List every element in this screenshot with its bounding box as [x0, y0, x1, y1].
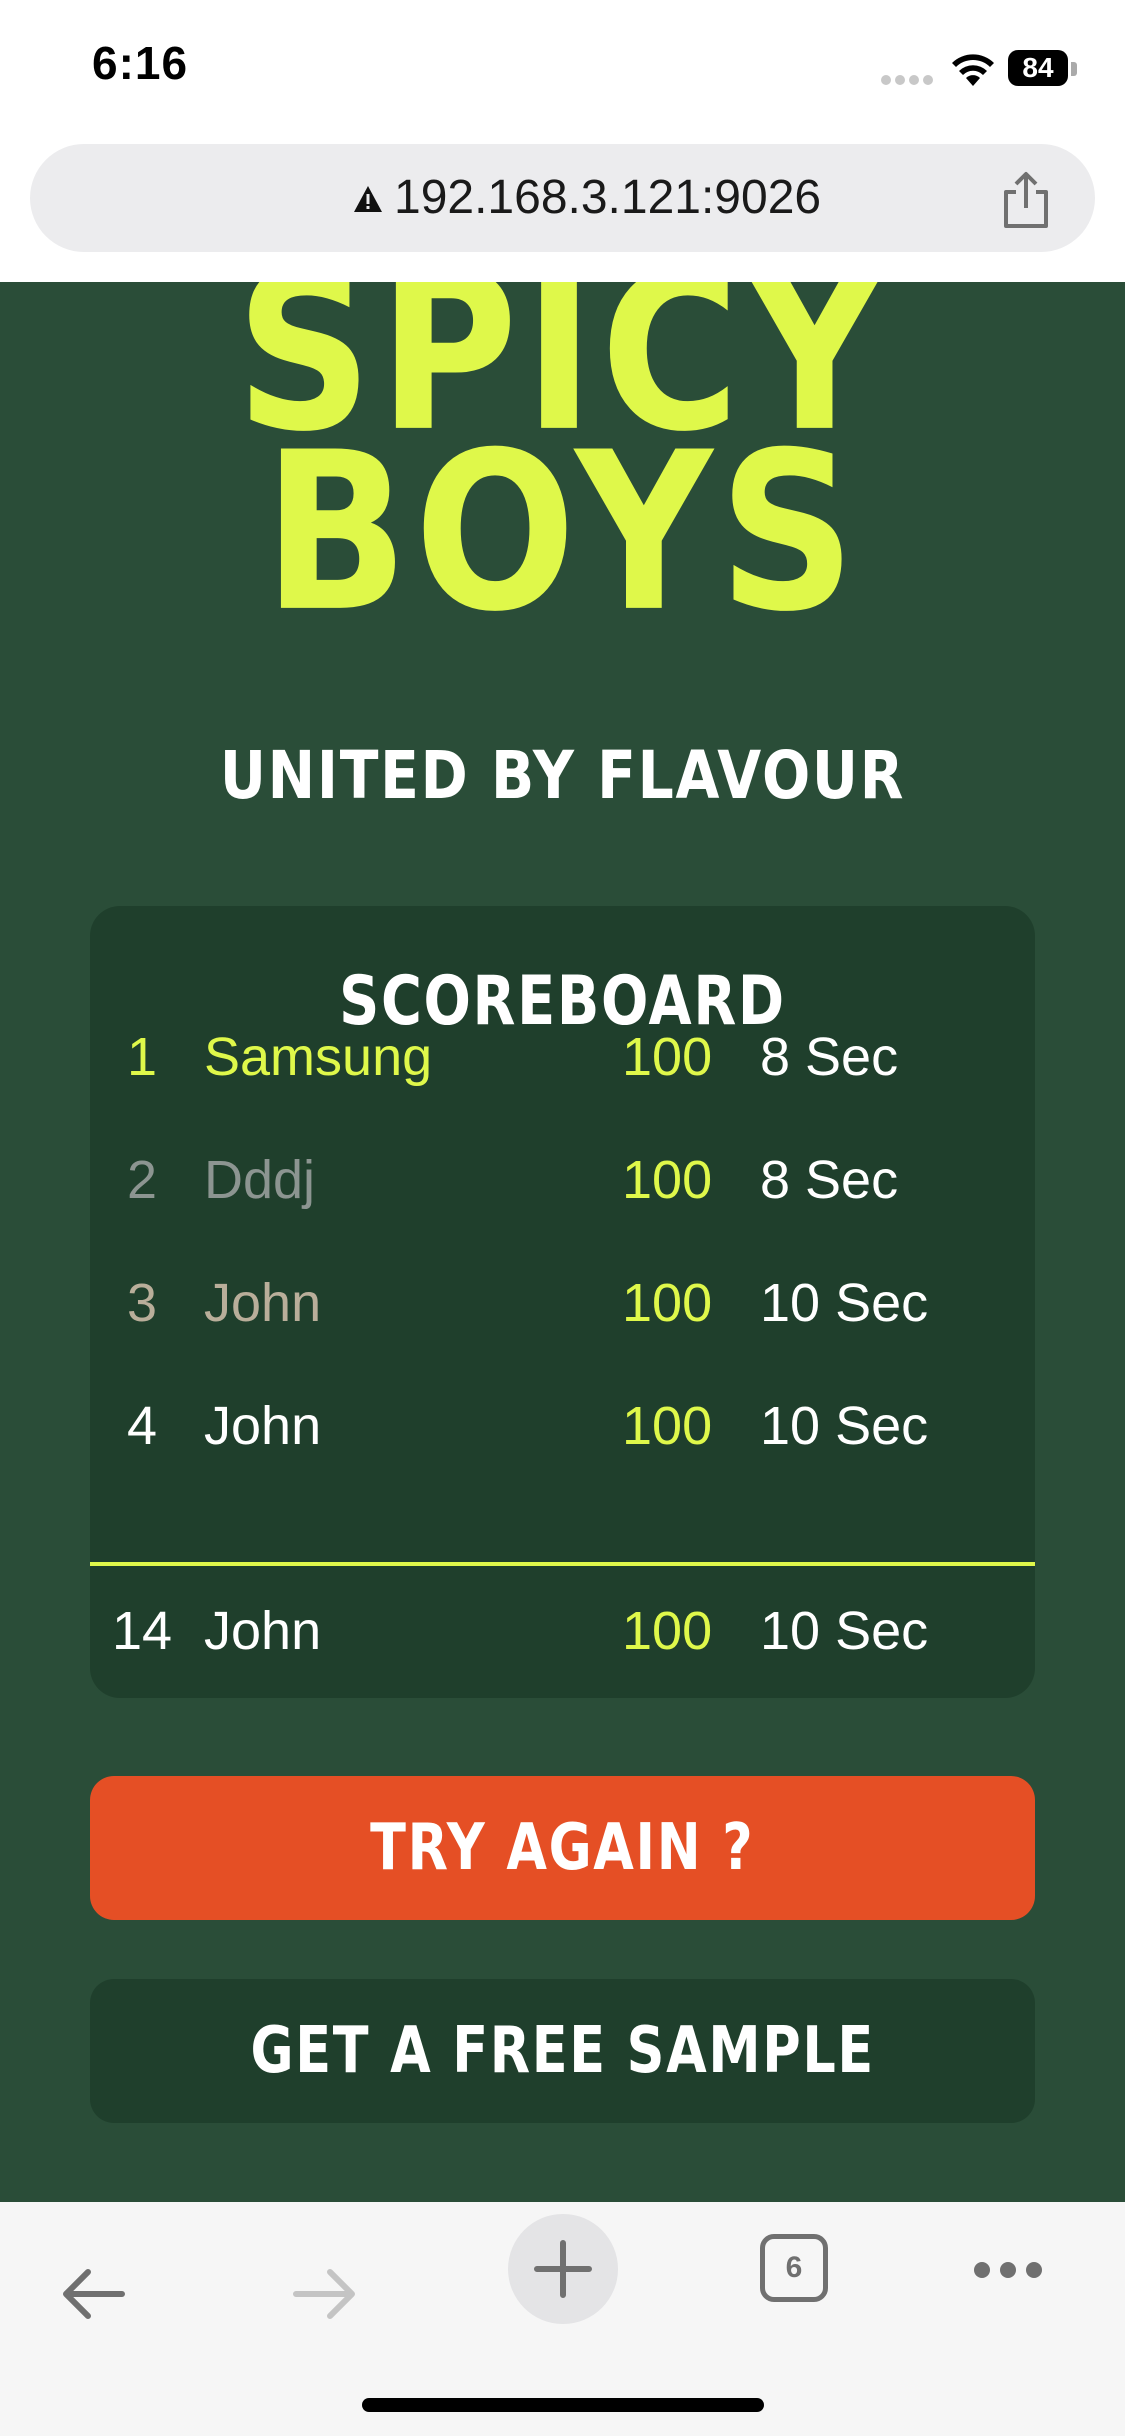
rank: 4 — [126, 1396, 158, 1456]
battery-icon: 84 — [1008, 50, 1080, 88]
free-sample-button[interactable]: GET A FREE SAMPLE — [90, 1979, 1035, 2123]
player-name: John — [204, 1396, 322, 1456]
time: 8 Sec — [760, 1150, 899, 1210]
plus-icon — [534, 2240, 592, 2298]
app-screen: 6:16 84 192.168.3.121:9026 SPICY BOYS UN… — [0, 0, 1125, 2436]
new-tab-button[interactable] — [508, 2214, 618, 2324]
current-player-row: 14 John 100 10 Sec — [90, 1576, 1035, 1686]
rank: 1 — [126, 1027, 158, 1087]
back-arrow-icon[interactable] — [58, 2264, 128, 2324]
time: 10 Sec — [760, 1601, 929, 1661]
score-row: 2 Dddj 100 8 Sec — [90, 1125, 1035, 1235]
try-again-button[interactable]: TRY AGAIN ? — [90, 1776, 1035, 1920]
tabs-count: 6 — [785, 2251, 803, 2284]
forward-arrow-icon[interactable] — [290, 2264, 360, 2324]
browser-address-area: 192.168.3.121:9026 — [0, 136, 1125, 282]
warning-icon — [354, 186, 382, 212]
rank: 3 — [126, 1273, 158, 1333]
game-result-screen: SPICY BOYS UNITED BY FLAVOUR SCOREBOARD … — [0, 282, 1125, 2202]
try-again-label: TRY AGAIN ? — [370, 1811, 755, 1885]
score-row: 3 John 100 10 Sec — [90, 1248, 1035, 1358]
score-row: 4 John 100 10 Sec — [90, 1371, 1035, 1481]
url-text: 192.168.3.121:9026 — [394, 171, 822, 224]
score: 100 — [622, 1027, 713, 1087]
score: 100 — [622, 1150, 713, 1210]
score: 100 — [622, 1396, 713, 1456]
score: 100 — [622, 1273, 713, 1333]
share-icon[interactable] — [998, 170, 1054, 230]
address-bar[interactable]: 192.168.3.121:9026 — [30, 144, 1095, 252]
battery-level: 84 — [1008, 50, 1068, 86]
rank: 2 — [126, 1150, 158, 1210]
logo-line-2: BOYS — [263, 405, 862, 660]
status-bar: 6:16 84 — [0, 0, 1125, 136]
cellular-signal-icon — [881, 75, 933, 85]
free-sample-label: GET A FREE SAMPLE — [250, 2014, 875, 2088]
player-name: John — [204, 1273, 322, 1333]
time: 8 Sec — [760, 1027, 899, 1087]
player-name: Dddj — [204, 1150, 316, 1210]
wifi-icon — [952, 54, 994, 86]
score: 100 — [622, 1601, 713, 1661]
more-icon[interactable] — [970, 2258, 1046, 2282]
tabs-button[interactable]: 6 — [760, 2234, 828, 2302]
time: 10 Sec — [760, 1273, 929, 1333]
player-name: John — [204, 1601, 322, 1661]
time: 10 Sec — [760, 1396, 929, 1456]
brand-logo: SPICY BOYS — [0, 282, 1125, 682]
current-player-divider — [90, 1562, 1035, 1566]
battery-tip — [1071, 62, 1077, 76]
status-time: 6:16 — [92, 37, 189, 89]
score-row: 1 Samsung 100 8 Sec — [90, 1002, 1035, 1112]
tagline: UNITED BY FLAVOUR — [219, 737, 906, 814]
player-name: Samsung — [204, 1027, 433, 1087]
scoreboard-panel: SCOREBOARD 1 Samsung 100 8 Sec 2 Dddj 10… — [90, 906, 1035, 1698]
rank: 14 — [111, 1601, 173, 1661]
home-indicator — [362, 2398, 764, 2412]
